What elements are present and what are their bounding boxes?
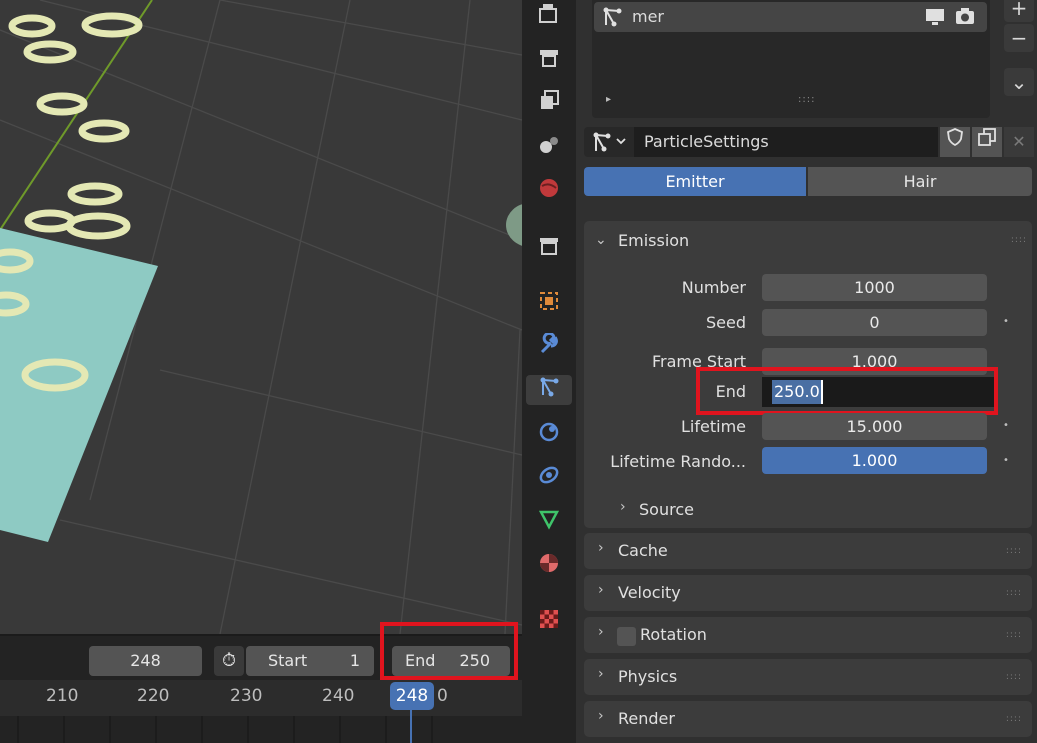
particle-type-toggle: Emitter Hair	[584, 167, 1032, 196]
render-camera-icon[interactable]	[954, 7, 976, 32]
panel-drag-grip-icon[interactable]: ::::	[1006, 546, 1022, 556]
start-frame-value: 1	[349, 651, 360, 670]
frame-start-field[interactable]: 1.000	[762, 348, 987, 375]
tick-label: 0	[437, 686, 448, 706]
chevron-right-icon: ›	[598, 708, 604, 724]
panel-drag-grip-icon[interactable]: ::::	[1006, 588, 1022, 598]
timeline-ruler[interactable]: 210 220 230 240 0	[0, 680, 522, 716]
start-frame-field[interactable]: Start 1	[246, 646, 374, 676]
end-frame-field[interactable]: End 250	[392, 646, 510, 676]
rotation-panel-title: Rotation	[640, 625, 707, 644]
particle-specials-menu-button[interactable]: ⌄	[1004, 68, 1034, 96]
collection-tab-icon[interactable]	[534, 234, 564, 264]
emission-panel-title[interactable]: Emission	[618, 231, 689, 250]
number-label: Number	[681, 278, 746, 297]
scene-tab-icon[interactable]	[534, 132, 564, 162]
rotation-enable-checkbox[interactable]	[617, 627, 636, 646]
emitter-type-button[interactable]: Emitter	[584, 167, 806, 196]
chevron-right-icon: ›	[598, 624, 604, 640]
timeline-tracks[interactable]	[0, 716, 522, 743]
particle-system-row[interactable]: mer	[594, 2, 987, 32]
lifetime-random-label: Lifetime Rando...	[610, 452, 746, 471]
output-tab-icon[interactable]	[534, 46, 564, 76]
panel-drag-grip-icon[interactable]: ::::	[1006, 714, 1022, 724]
end-frame-label: End	[405, 651, 436, 670]
list-resize-grip-icon[interactable]: ::::	[798, 94, 815, 105]
chevron-right-icon: ›	[598, 582, 604, 598]
cache-panel-title: Cache	[618, 541, 668, 560]
settings-name-field[interactable]: ParticleSettings	[634, 127, 938, 157]
lifetime-label: Lifetime	[681, 417, 746, 436]
world-tab-icon[interactable]	[534, 176, 564, 206]
seed-field[interactable]: 0	[762, 309, 987, 336]
chevron-right-icon: ›	[598, 540, 604, 556]
tick-label: 240	[322, 686, 355, 706]
tick-label: 210	[46, 686, 79, 706]
panel-drag-grip-icon[interactable]: ::::	[1006, 672, 1022, 682]
particle-system-list[interactable]: mer ▸ ::::	[592, 0, 990, 118]
properties-editor: mer ▸ :::: + − ⌄ ParticleSettings ✕ Emit…	[522, 0, 1037, 743]
source-subpanel-title[interactable]: Source	[639, 500, 694, 519]
physics-panel[interactable]: › Physics ::::	[584, 659, 1032, 695]
velocity-panel-title: Velocity	[618, 583, 681, 602]
render-panel[interactable]: › Render ::::	[584, 701, 1032, 737]
physics-panel-title: Physics	[618, 667, 678, 686]
chevron-down-icon[interactable]: ⌄	[595, 232, 607, 248]
keyframe-dot-icon[interactable]: •	[1003, 455, 1009, 466]
tick-label: 230	[230, 686, 263, 706]
timeline-header: 248 ⏱ Start 1 End 250	[0, 634, 522, 680]
data-tab-icon[interactable]	[534, 507, 564, 537]
current-frame-field[interactable]: 248	[89, 646, 202, 676]
viewport-display-icon[interactable]	[924, 7, 946, 32]
end-frame-text-input[interactable]: 250.0	[762, 377, 994, 407]
list-expand-icon[interactable]: ▸	[606, 94, 611, 105]
playhead-line	[410, 710, 412, 743]
hair-type-button[interactable]: Hair	[808, 167, 1032, 196]
cache-panel[interactable]: › Cache ::::	[584, 533, 1032, 569]
panel-drag-grip-icon[interactable]: ::::	[1011, 235, 1027, 245]
chevron-right-icon[interactable]: ›	[620, 499, 626, 515]
frame-start-label: Frame Start	[651, 352, 746, 371]
lifetime-random-slider[interactable]: 1.000	[762, 447, 987, 474]
particles-icon	[600, 5, 624, 34]
rotation-panel[interactable]: › Rotation ::::	[584, 617, 1032, 653]
view-layer-tab-icon[interactable]	[534, 88, 564, 118]
render-tab-icon[interactable]	[534, 2, 564, 32]
material-tab-icon[interactable]	[534, 551, 564, 581]
unlink-settings-close-icon[interactable]: ✕	[1004, 127, 1034, 157]
add-particle-system-button[interactable]: +	[1004, 0, 1034, 22]
new-settings-duplicate-icon[interactable]	[972, 127, 1002, 157]
velocity-panel[interactable]: › Velocity ::::	[584, 575, 1032, 611]
viewport-scene	[0, 0, 522, 634]
text-caret	[821, 380, 823, 404]
fake-user-shield-icon[interactable]	[940, 127, 970, 157]
seed-label: Seed	[706, 313, 746, 332]
stopwatch-icon[interactable]: ⏱	[214, 646, 244, 676]
end-frame-selected-text: 250.0	[772, 380, 822, 404]
tick-label: 220	[137, 686, 170, 706]
3d-viewport[interactable]	[0, 0, 522, 634]
timeline-keyframe-grid	[17, 716, 433, 743]
particle-settings-selector: ParticleSettings ✕	[584, 127, 1036, 157]
end-frame-value: 250	[459, 651, 490, 670]
particle-system-name: mer	[632, 7, 665, 26]
lifetime-field[interactable]: 15.000	[762, 413, 987, 440]
browse-settings-button[interactable]	[584, 127, 634, 157]
keyframe-dot-icon[interactable]: •	[1003, 316, 1009, 327]
keyframe-dot-icon[interactable]: •	[1003, 420, 1009, 431]
chevron-right-icon: ›	[598, 666, 604, 682]
panel-drag-grip-icon[interactable]: ::::	[1006, 630, 1022, 640]
remove-particle-system-button[interactable]: −	[1004, 24, 1034, 52]
end-label: End	[715, 382, 746, 401]
render-panel-title: Render	[618, 709, 675, 728]
number-field[interactable]: 1000	[762, 274, 987, 301]
properties-tab-bar	[522, 0, 576, 743]
start-frame-label: Start	[268, 651, 308, 670]
texture-tab-icon[interactable]	[534, 607, 564, 637]
playhead[interactable]: 248	[390, 682, 434, 710]
